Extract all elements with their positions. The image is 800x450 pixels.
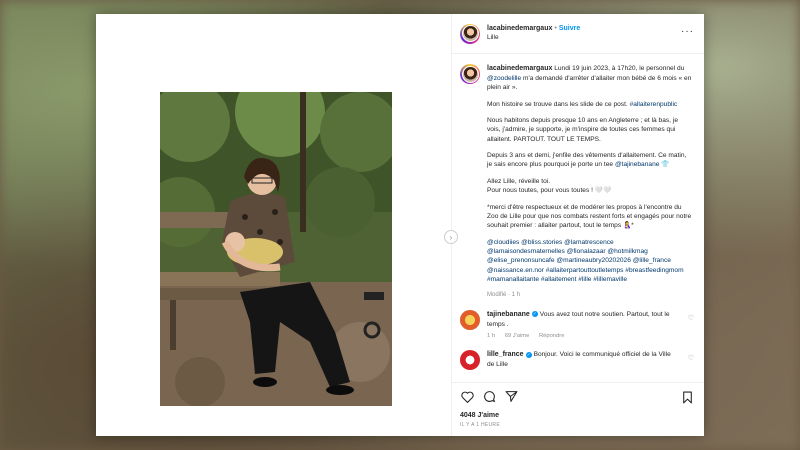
mention-link[interactable]: @zoodelille: [487, 75, 521, 82]
caption-text: Lundi 19 juin 2023, à 17h20, le personne…: [552, 65, 685, 72]
likes-count[interactable]: 4048 J'aime: [452, 410, 704, 419]
verified-badge-icon: ✓: [531, 311, 538, 318]
author-username[interactable]: lacabinedemargaux: [487, 25, 552, 32]
instagram-post-modal: › lacabinedemargaux • Suivre Lille ··· lac…: [96, 14, 704, 436]
comment-likes[interactable]: 69 J'aime: [505, 333, 530, 339]
commenter-avatar[interactable]: [460, 309, 480, 330]
next-slide-chevron-right-icon[interactable]: ›: [444, 230, 458, 244]
comment-item: lille_france ✓ Bonjour. Voici le communiqu…: [460, 350, 696, 371]
verified-badge-icon: ✓: [525, 351, 532, 358]
caption-username[interactable]: lacabinedemargaux: [487, 65, 552, 72]
media-pane: ›: [96, 14, 458, 436]
bookmark-icon[interactable]: [680, 390, 694, 404]
post-photo[interactable]: [160, 92, 392, 406]
author-avatar[interactable]: [460, 23, 480, 44]
mentions-hashtags[interactable]: @cloudiies @bliss.stories @lamatrescence…: [487, 238, 693, 285]
comments-scroll-area[interactable]: lacabinedemargaux Lundi 19 juin 2023, à …: [452, 54, 704, 382]
mention-link[interactable]: @tajinebanane: [615, 161, 659, 168]
comment-item: tajinebanane ✓ Vous avez tout notre soutie…: [460, 309, 696, 341]
share-icon[interactable]: [504, 390, 518, 404]
comment-like-heart-icon[interactable]: ♡: [688, 314, 694, 322]
post-details-pane: lacabinedemargaux • Suivre Lille ··· lacab…: [452, 14, 704, 436]
comment-like-heart-icon[interactable]: ♡: [688, 354, 694, 362]
caption-avatar[interactable]: [460, 64, 480, 84]
more-icon[interactable]: ···: [681, 26, 694, 37]
post-date: IL Y A 1 HEURE: [460, 422, 500, 428]
reply-button[interactable]: Répondre: [539, 333, 564, 339]
comment-time: 1 h: [487, 333, 496, 340]
caption-text: Pour nous toutes, pour vous toutes ! 🤍🤍: [487, 187, 612, 195]
caption-text: Nous habitons depuis presque 10 ans en A…: [487, 117, 678, 143]
commenter-username[interactable]: lille_france: [487, 351, 524, 358]
commenter-avatar[interactable]: [460, 350, 480, 371]
caption-text: *merci d'être respectueux et de modérer …: [487, 203, 692, 230]
edited-timestamp: Modifié · 1 h: [487, 292, 521, 299]
follow-button[interactable]: Suivre: [559, 25, 580, 32]
post-header: lacabinedemargaux • Suivre Lille ···: [452, 14, 704, 54]
heart-icon[interactable]: [460, 390, 474, 404]
post-location[interactable]: Lille: [487, 34, 580, 43]
header-separator: •: [554, 25, 557, 33]
caption: lacabinedemargaux Lundi 19 juin 2023, à …: [460, 64, 696, 300]
tshirt-emoji: 👕: [661, 161, 670, 169]
caption-text: Allez Lille, réveille toi.: [487, 177, 551, 185]
comment-icon[interactable]: [482, 390, 496, 404]
commenter-username[interactable]: tajinebanane: [487, 311, 530, 318]
action-bar: [452, 382, 704, 410]
caption-text: Mon histoire se trouve dans les slide de…: [487, 100, 630, 108]
hashtag-link[interactable]: #allaiterenpublic: [630, 101, 678, 108]
